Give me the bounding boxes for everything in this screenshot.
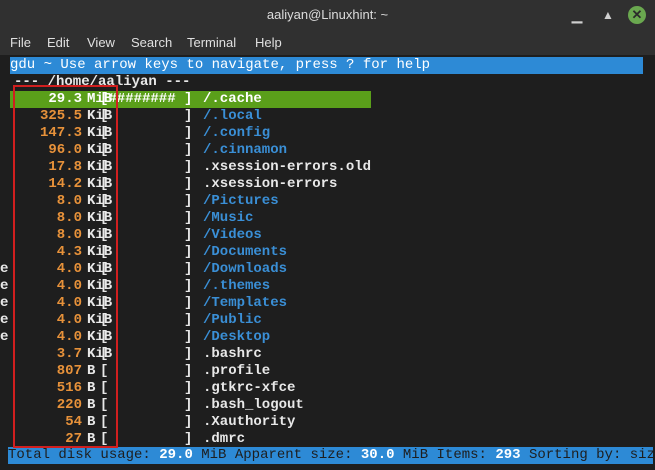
row-name: /Pictures (203, 193, 279, 209)
row-name: .dmrc (203, 431, 246, 447)
menu-edit[interactable]: Edit (47, 35, 69, 50)
minimize-button[interactable]: ▁ (566, 4, 588, 26)
maximize-icon: ▲ (602, 8, 614, 22)
help-bar: gdu ~ Use arrow keys to navigate, press … (10, 57, 643, 74)
row-edge-char: e (0, 295, 9, 311)
row-name: .profile (203, 363, 271, 379)
menu-terminal[interactable]: Terminal (187, 35, 236, 50)
row-name: .xsession-errors.old (203, 159, 372, 175)
row-name: /Public (203, 312, 262, 328)
row-name: .Xauthority (203, 414, 296, 430)
close-icon: ✕ (628, 6, 646, 24)
row-edge-char: e (0, 278, 9, 294)
menu-search[interactable]: Search (131, 35, 172, 50)
title-bar: aaliyan@Linuxhint: ~ ▁ ▲ ✕ (0, 0, 655, 30)
row-edge-char: e (0, 312, 9, 328)
apparent-label: Apparent size: (234, 447, 361, 463)
row-name: /.cache (203, 91, 262, 107)
menu-help[interactable]: Help (255, 35, 282, 50)
row-edge-char: e (0, 261, 9, 277)
items-label: Items: (436, 447, 496, 463)
items-value: 293 (495, 447, 521, 463)
row-name: /Downloads (203, 261, 288, 277)
total-label: Total disk usage: (8, 447, 160, 463)
row-edge-char: e (0, 329, 9, 345)
window-title: aaliyan@Linuxhint: ~ (266, 7, 389, 22)
row-name: /Templates (203, 295, 288, 311)
apparent-value: 30.0 (360, 447, 395, 463)
row-name: /Videos (203, 227, 262, 243)
maximize-button[interactable]: ▲ (597, 4, 619, 26)
row-name: .gtkrc-xfce (203, 380, 296, 396)
total-value: 29.0 (159, 447, 193, 463)
row-name: .xsession-errors (203, 176, 338, 192)
minimize-icon: ▁ (571, 6, 583, 23)
row-name: /.local (203, 108, 262, 124)
row-name: /.config (203, 125, 271, 141)
menu-file[interactable]: File (10, 35, 31, 50)
menu-bar: File Edit View Search Terminal Help (0, 30, 655, 55)
row-name: /Music (203, 210, 254, 226)
apparent-unit: MiB (394, 447, 437, 463)
total-unit: MiB (192, 447, 235, 463)
row-name: /Desktop (203, 329, 271, 345)
size-column-highlight (13, 85, 118, 448)
row-name: /.cinnamon (203, 142, 288, 158)
status-bar: Total disk usage: 29.0 MiB Apparent size… (8, 447, 655, 464)
sorting-label: Sorting by: size (520, 447, 655, 463)
row-name: /Documents (203, 244, 288, 260)
row-name: /.themes (203, 278, 271, 294)
row-name: .bashrc (203, 346, 262, 362)
row-name: .bash_logout (203, 397, 304, 413)
close-button[interactable]: ✕ (626, 4, 648, 26)
menu-view[interactable]: View (87, 35, 115, 50)
